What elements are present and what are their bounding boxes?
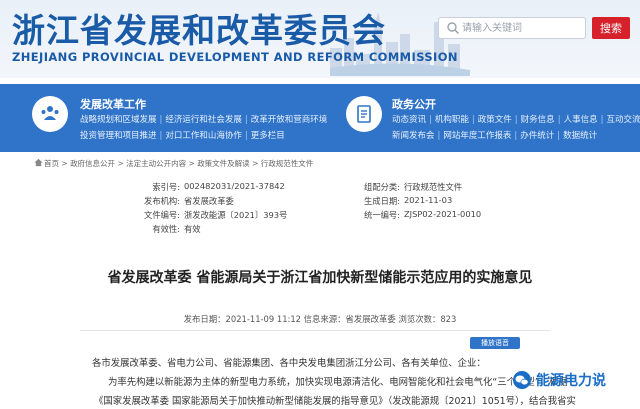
home-icon bbox=[34, 158, 43, 167]
meta-value: ZJSP02-2021-0010 bbox=[404, 209, 482, 219]
watermark: 能源电力说 bbox=[512, 370, 606, 390]
nav-title-gov-info[interactable]: 政务公开 bbox=[392, 96, 436, 112]
breadcrumb-item[interactable]: 行政规范性文件 bbox=[261, 159, 314, 168]
meta-value: 省发展改革委 bbox=[184, 196, 234, 206]
breadcrumb-item[interactable]: 法定主动公开内容 bbox=[126, 159, 186, 168]
document-paragraph: 为率先构建以新能源为主体的新型电力系统，加快实现电源清洁化、电网智能化和社会电气… bbox=[108, 377, 568, 388]
nav-links-development-row1: 战略规划和区域发展 | 经济运行和社会发展 | 改革开放和营商环境 bbox=[80, 115, 328, 125]
meta-value: 浙发改能源〔2021〕393号 bbox=[184, 210, 288, 220]
nav-link[interactable]: 战略规划和区域发展 bbox=[80, 115, 157, 125]
search-button[interactable]: 搜索 bbox=[592, 17, 630, 39]
nav-link[interactable]: 新闻发布会 bbox=[392, 131, 435, 141]
breadcrumb-item[interactable]: 首页 bbox=[44, 159, 59, 168]
nav-link[interactable]: 更多栏目 bbox=[251, 131, 285, 141]
breadcrumb-item[interactable]: 政策文件及解读 bbox=[197, 159, 250, 168]
nav-link[interactable]: 投资管理和项目推进 bbox=[80, 131, 157, 141]
breadcrumb: 首页 > 政府信息公开 > 法定主动公开内容 > 政策文件及解读 > 行政规范性… bbox=[44, 159, 314, 168]
meta-value: 2021-11-03 bbox=[404, 195, 453, 205]
wechat-logo-icon bbox=[513, 371, 531, 389]
site-title: 浙江省发展和改革委员会 bbox=[12, 11, 386, 50]
document-title: 省发展改革委 省能源局关于浙江省加快新型储能示范应用的实施意见 bbox=[107, 270, 533, 286]
nav-link[interactable]: 人事信息 bbox=[564, 115, 598, 125]
divider bbox=[80, 330, 550, 331]
nav-links-gov-info-row1: 动态资讯 | 机构职能 | 政策文件 | 财务信息 | 人事信息 | 互动交流 bbox=[392, 115, 640, 125]
nav-link[interactable]: 动态资讯 bbox=[392, 115, 426, 125]
meta-label: 统一编号: bbox=[364, 210, 400, 220]
meta-row: 索引号: 002482031/2021-37842 组配分类: 行政规范性文件 bbox=[110, 181, 530, 193]
nav-link[interactable]: 财务信息 bbox=[521, 115, 555, 125]
meta-label: 有效性: bbox=[152, 224, 180, 234]
meta-label: 组配分类: bbox=[364, 182, 400, 192]
meta-label: 索引号: bbox=[152, 182, 180, 192]
meta-label: 文件编号: bbox=[144, 210, 180, 220]
nav-links-gov-info-row2: 新闻发布会 | 网站年度工作报表 | 办件统计 | 数据统计 bbox=[392, 131, 598, 141]
nav-link[interactable]: 对口工作和山海协作 bbox=[165, 131, 242, 141]
play-audio-button[interactable]: 播放语音 bbox=[470, 337, 520, 349]
document-paragraph: 各市发展改革委、省电力公司、省能源集团、各中央发电集团浙江分公司、各有关单位、企… bbox=[92, 358, 486, 369]
breadcrumb-item[interactable]: 政府信息公开 bbox=[70, 159, 115, 168]
document-meta-table: 索引号: 002482031/2021-37842 组配分类: 行政规范性文件 … bbox=[110, 181, 530, 237]
nav-link[interactable]: 办件统计 bbox=[520, 131, 554, 141]
nav-link[interactable]: 机构职能 bbox=[435, 115, 469, 125]
meta-row: 文件编号: 浙发改能源〔2021〕393号 统一编号: ZJSP02-2021-… bbox=[110, 209, 530, 221]
document-paragraph: 《国家发展改革委 国家能源局关于加快推动新型储能发展的指导意见》（发改能源规〔2… bbox=[94, 396, 576, 407]
meta-label: 生成日期: bbox=[364, 196, 400, 206]
site-title-english: ZHEJIANG PROVINCIAL DEVELOPMENT AND REFO… bbox=[12, 50, 458, 64]
nav-link[interactable]: 政策文件 bbox=[478, 115, 512, 125]
document-icon bbox=[346, 96, 382, 132]
meta-value: 002482031/2021-37842 bbox=[184, 181, 285, 191]
nav-links-development-row2: 投资管理和项目推进 | 对口工作和山海协作 | 更多栏目 bbox=[80, 131, 285, 141]
nav-link[interactable]: 改革开放和营商环境 bbox=[251, 115, 328, 125]
nav-link[interactable]: 经济运行和社会发展 bbox=[165, 115, 242, 125]
meta-value: 有效 bbox=[184, 224, 201, 234]
nav-link[interactable]: 数据统计 bbox=[563, 131, 597, 141]
meta-value: 行政规范性文件 bbox=[404, 182, 463, 192]
meta-label: 发布机构: bbox=[144, 196, 180, 206]
nav-title-development[interactable]: 发展改革工作 bbox=[80, 96, 146, 112]
publish-info: 发布日期：2021-11-09 11:12 信息来源：省发展改革委 浏览次数：8… bbox=[183, 314, 457, 324]
nav-link[interactable]: 互动交流 bbox=[606, 115, 640, 125]
team-icon bbox=[32, 96, 68, 132]
nav-link[interactable]: 网站年度工作报表 bbox=[443, 131, 511, 141]
watermark-text: 能源电力说 bbox=[536, 373, 606, 389]
search-icon bbox=[447, 22, 459, 34]
meta-row: 有效性: 有效 bbox=[110, 223, 530, 235]
search-input[interactable] bbox=[462, 18, 582, 38]
meta-row: 发布机构: 省发展改革委 生成日期: 2021-11-03 bbox=[110, 195, 530, 207]
